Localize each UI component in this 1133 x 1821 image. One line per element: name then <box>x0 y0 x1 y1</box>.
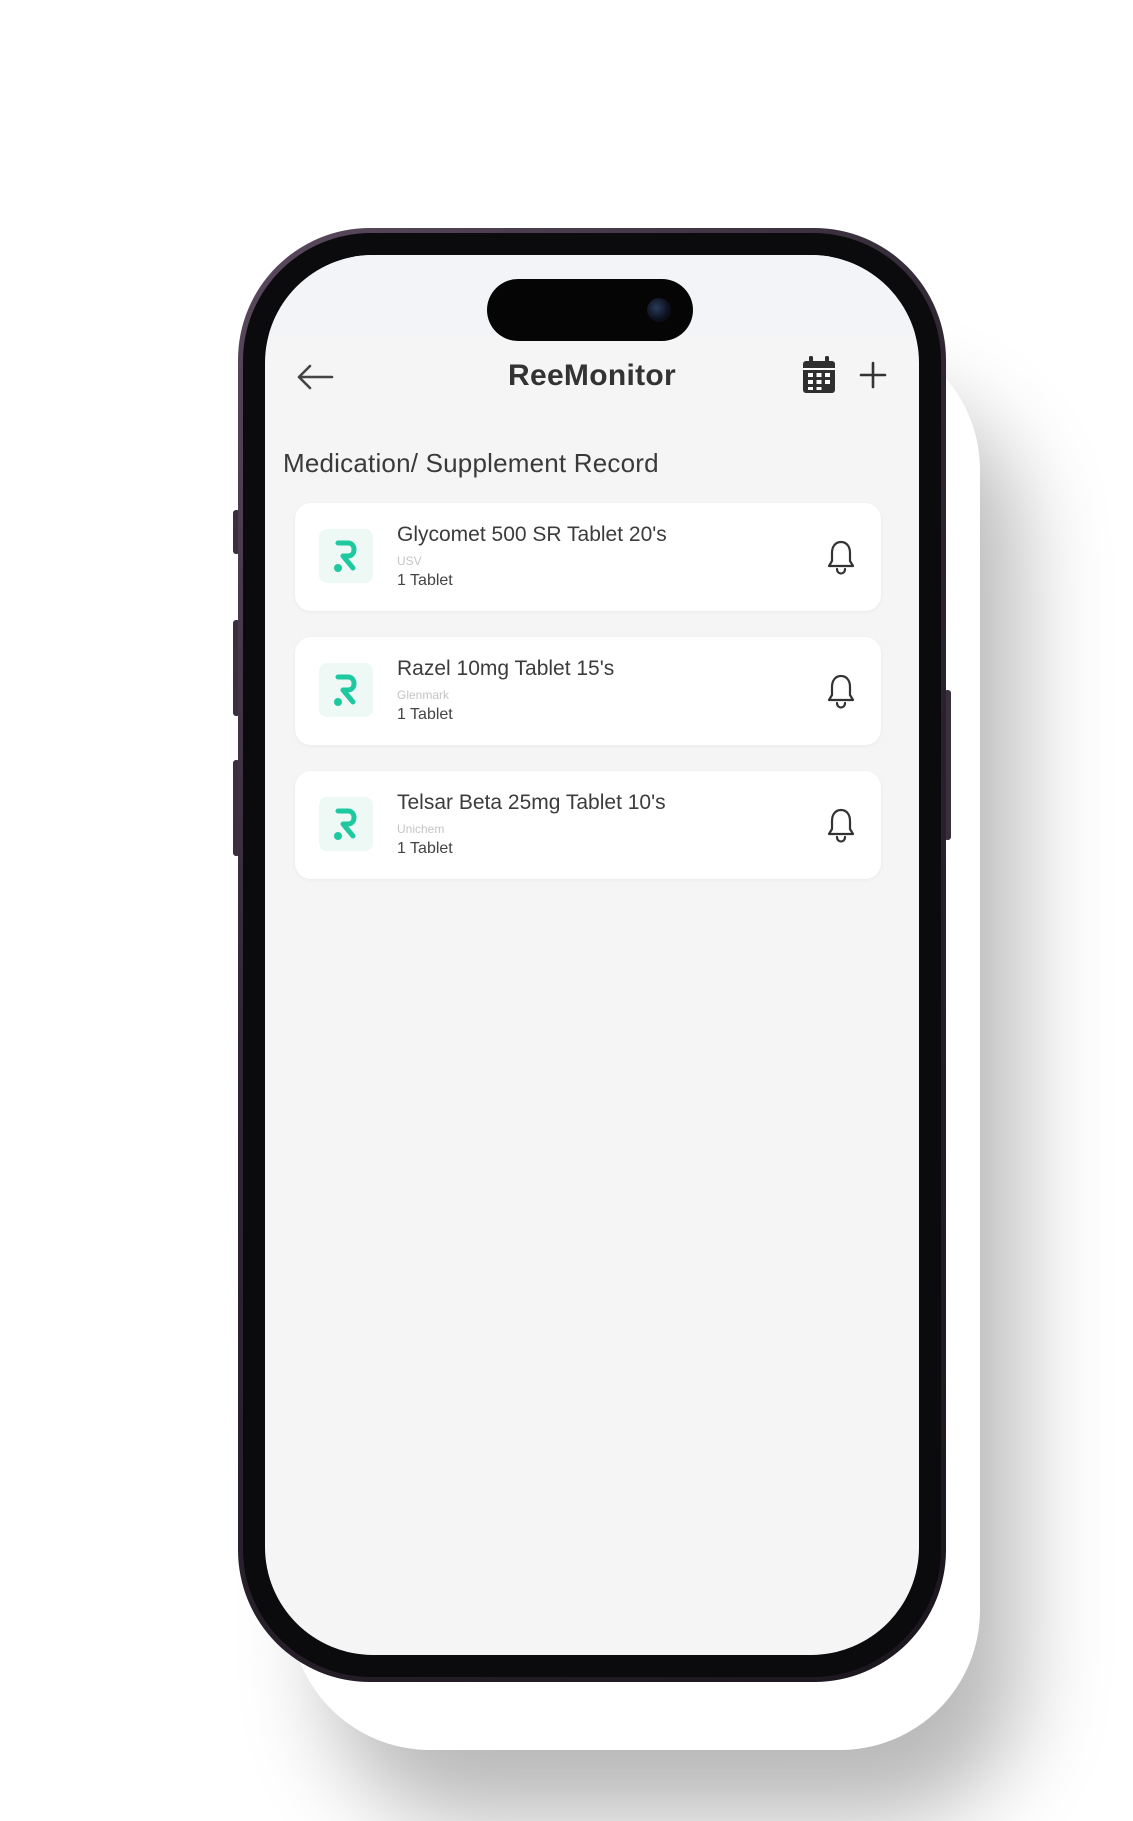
bell-icon <box>827 674 855 709</box>
medication-name: Telsar Beta 25mg Tablet 10's <box>397 791 666 814</box>
medication-brand: Unichem <box>397 822 445 836</box>
medication-dose: 1 Tablet <box>397 706 453 723</box>
calendar-button[interactable] <box>799 355 839 395</box>
medication-card[interactable]: Telsar Beta 25mg Tablet 10's Unichem 1 T… <box>295 771 881 879</box>
medication-brand: Glenmark <box>397 688 450 702</box>
reminder-button[interactable] <box>821 805 861 845</box>
reemonitor-logo-icon <box>319 663 373 717</box>
phone-frame: ReeMonitor Medication/ Supplement Record… <box>238 228 946 1682</box>
medication-card[interactable]: Razel 10mg Tablet 15's Glenmark 1 Tablet <box>295 637 881 745</box>
plus-icon <box>859 361 887 389</box>
camera-icon <box>647 298 671 322</box>
reminder-button[interactable] <box>821 671 861 711</box>
medication-name: Glycomet 500 SR Tablet 20's <box>397 523 667 546</box>
phone-bezel: ReeMonitor Medication/ Supplement Record… <box>243 233 941 1677</box>
medication-card[interactable]: Glycomet 500 SR Tablet 20's USV 1 Tablet <box>295 503 881 611</box>
add-medication-button[interactable] <box>853 355 893 395</box>
calendar-icon <box>803 356 835 393</box>
dynamic-island <box>487 279 693 341</box>
bell-icon <box>827 808 855 843</box>
medication-dose: 1 Tablet <box>397 572 453 589</box>
medication-name: Razel 10mg Tablet 15's <box>397 657 615 680</box>
reminder-button[interactable] <box>821 537 861 577</box>
app-header: ReeMonitor <box>265 345 919 409</box>
medication-dose: 1 Tablet <box>397 840 453 857</box>
section-title: Medication/ Supplement Record <box>283 448 659 478</box>
bell-icon <box>827 540 855 575</box>
reemonitor-logo-icon <box>319 797 373 851</box>
medication-list: Glycomet 500 SR Tablet 20's USV 1 Tablet <box>295 503 881 905</box>
reemonitor-logo-icon <box>319 529 373 583</box>
medication-brand: USV <box>397 554 422 568</box>
app-screen: ReeMonitor Medication/ Supplement Record… <box>265 255 919 1655</box>
mockup-stage: ReeMonitor Medication/ Supplement Record… <box>0 0 1133 1821</box>
